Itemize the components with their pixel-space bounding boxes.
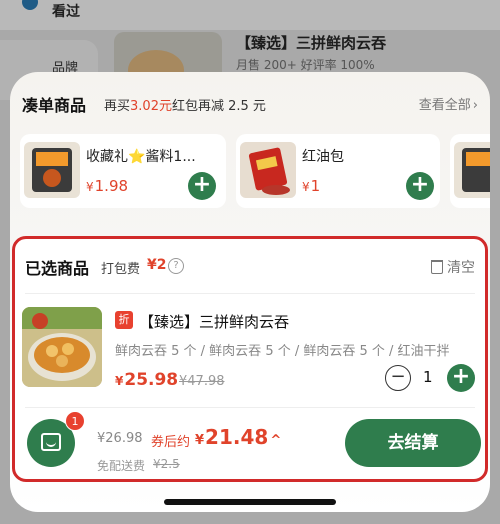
combo-item-image <box>24 142 80 198</box>
home-indicator[interactable] <box>164 499 336 505</box>
packing-fee-value: ¥2 <box>147 257 167 273</box>
delivery-label: 免配送费 <box>97 459 146 473</box>
cart-bag-icon <box>41 433 61 451</box>
combo-header: 凑单商品 再买3.02元红包再减 2.5 元 查看全部 › <box>22 90 478 115</box>
combo-item-image <box>240 142 296 198</box>
combo-tip-amount: 3.02元 <box>130 99 172 114</box>
selected-items-panel: 已选商品 打包费 ¥2 ? 清空 折 【臻选】三拼鲜肉云吞 鲜肉云吞 5 个 /… <box>12 236 488 482</box>
combo-tip: 再买3.02元红包再减 2.5 元 <box>104 99 266 114</box>
background-seen-label: 看过 <box>52 4 80 20</box>
clear-cart-button[interactable]: 清空 <box>431 257 475 277</box>
background-product-sub: 月售 200+ 好评率 100% <box>236 58 375 72</box>
combo-item-image <box>454 142 490 198</box>
add-combo-item-button[interactable]: + <box>188 172 216 200</box>
combo-item-name: 红油包 <box>302 149 344 165</box>
add-combo-item-button[interactable]: + <box>406 172 434 200</box>
discount-badge: 折 <box>115 311 133 329</box>
delivery-original-fee: ¥2.5 <box>153 457 180 471</box>
divider <box>25 407 475 408</box>
cart-count-badge: 1 <box>65 411 85 431</box>
selected-item-image <box>22 307 102 387</box>
combo-item-card[interactable]: 红油包 ¥1 + <box>236 134 440 208</box>
selected-item-original-price: ¥47.98 <box>179 374 225 389</box>
cart-total: ¥26.98 <box>97 431 143 446</box>
quantity-value: 1 <box>423 368 433 386</box>
combo-item-card[interactable] <box>450 134 490 208</box>
view-all-link[interactable]: 查看全部 › <box>419 94 478 113</box>
increase-quantity-button[interactable]: + <box>447 364 475 392</box>
decrease-quantity-button[interactable]: − <box>385 365 411 391</box>
combo-item-price: ¥1 <box>302 177 321 195</box>
after-coupon-price[interactable]: ¥21.48 ^ <box>195 425 281 449</box>
checkout-button[interactable]: 去结算 <box>345 419 481 467</box>
selected-item-name: 【臻选】三拼鲜肉云吞 <box>139 313 290 331</box>
selected-item-spec: 鲜肉云吞 5 个 / 鲜肉云吞 5 个 / 鲜肉云吞 5 个 / 红油干拌 <box>115 344 450 359</box>
combo-item-name: 收藏礼⭐酱料1... <box>86 149 196 165</box>
cart-sheet: 凑单商品 再买3.02元红包再减 2.5 元 查看全部 › 收藏礼⭐酱料1... … <box>10 72 490 512</box>
combo-title: 凑单商品 <box>22 96 87 115</box>
background-product-title: 【臻选】三拼鲜肉云吞 <box>236 34 387 52</box>
packing-fee-label: 打包费 <box>101 262 141 277</box>
divider <box>25 293 475 294</box>
chevron-right-icon: › <box>472 98 478 113</box>
combo-item-card[interactable]: 收藏礼⭐酱料1... ¥1.98 + <box>20 134 226 208</box>
after-coupon-label: 券后约 <box>151 435 191 450</box>
trash-icon <box>431 260 443 274</box>
info-icon[interactable]: ? <box>168 258 184 274</box>
selected-header: 已选商品 打包费 ¥2 ? 清空 <box>25 255 475 279</box>
selected-item-price: ¥25.98 <box>115 370 179 390</box>
combo-item-price: ¥1.98 <box>86 177 129 195</box>
chevron-up-icon: ^ <box>270 433 282 448</box>
selected-title: 已选商品 <box>25 259 90 278</box>
